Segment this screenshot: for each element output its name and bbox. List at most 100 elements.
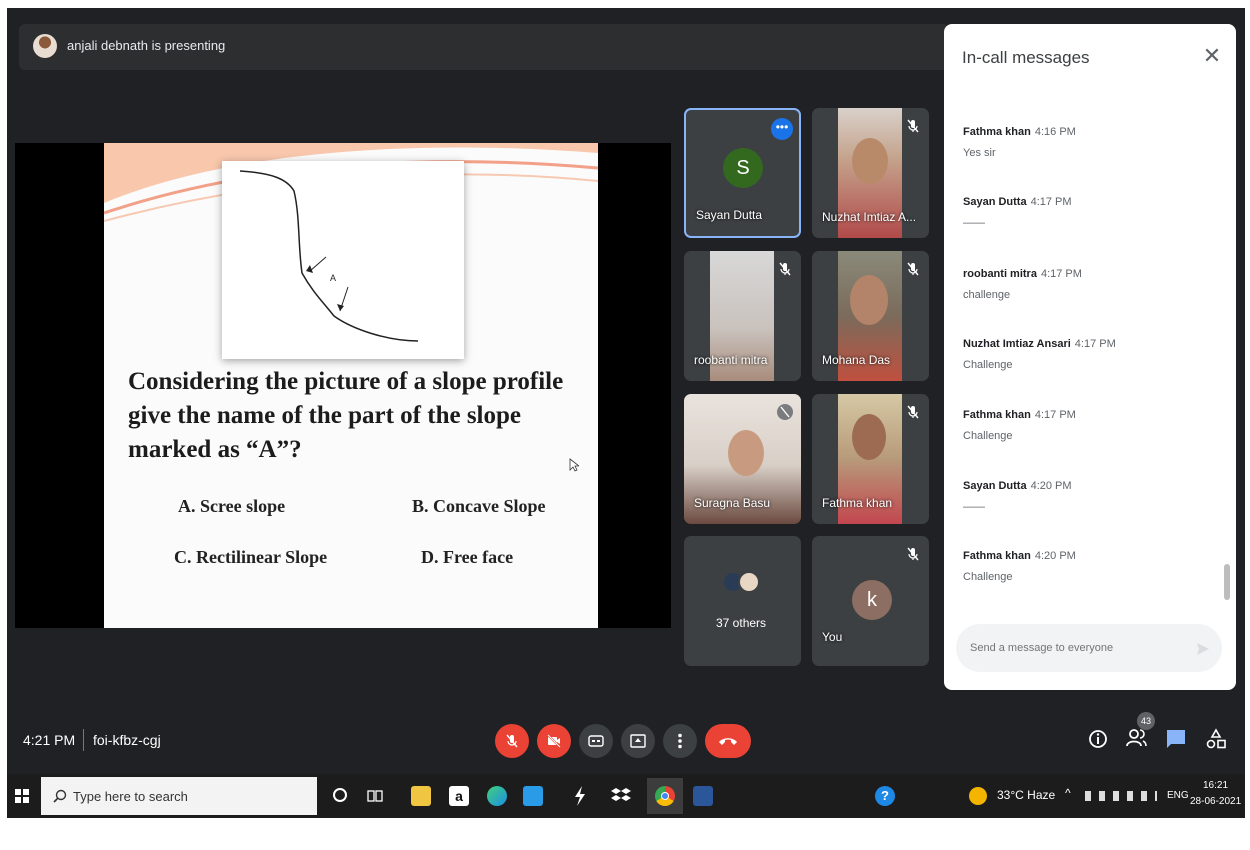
language-indicator[interactable]: ENG: [1167, 790, 1189, 801]
task-view-icon[interactable]: [367, 788, 383, 804]
message-text: Yes sir: [963, 147, 996, 159]
option-b: B. Concave Slope: [412, 496, 546, 516]
message-sender: Sayan Dutta: [963, 480, 1027, 492]
slope-profile-drawing: A: [239, 170, 419, 342]
presenter-avatar: [33, 34, 57, 58]
chat-message: Sayan Dutta 4:20 PM ——: [963, 476, 1213, 513]
search-placeholder: Type here to search: [73, 789, 188, 804]
camera-toggle-button[interactable]: [537, 724, 571, 758]
participant-tile-roobanti[interactable]: roobanti mitra: [684, 251, 801, 381]
face-shape: [850, 275, 888, 325]
captions-button[interactable]: [579, 724, 613, 758]
participant-name: roobanti mitra: [694, 353, 768, 367]
present-now-button[interactable]: [621, 724, 655, 758]
message-text: Challenge: [963, 571, 1013, 583]
chat-scrollbar[interactable]: [1224, 564, 1230, 600]
mic-off-icon: [777, 404, 793, 420]
info-icon: [1089, 730, 1107, 748]
windows-start-icon[interactable]: [15, 789, 29, 803]
presenting-label: anjali debnath is presenting: [67, 38, 226, 53]
participant-tile-mohana[interactable]: Mohana Das: [812, 251, 929, 381]
chat-message: Sayan Dutta 4:17 PM ——: [963, 192, 1213, 229]
taskbar-search-box[interactable]: Type here to search: [41, 777, 317, 815]
face-shape: [728, 430, 764, 476]
others-avatar-2: [738, 571, 760, 593]
activities-icon: [1206, 728, 1226, 749]
message-time: 4:17 PM: [1034, 409, 1076, 421]
camera-off-icon: [547, 734, 561, 748]
participant-tile-fathma[interactable]: Fathma khan: [812, 394, 929, 524]
send-icon[interactable]: [1196, 642, 1210, 656]
mic-off-icon: [506, 734, 518, 748]
close-icon[interactable]: ✕: [1200, 44, 1224, 68]
leave-call-button[interactable]: [705, 724, 751, 758]
participant-tile-suragna[interactable]: Suragna Basu: [684, 394, 801, 524]
participant-tile-nuzhat[interactable]: Nuzhat Imtiaz A...: [812, 108, 929, 238]
message-time: 4:20 PM: [1030, 480, 1072, 492]
diagram-label-a: A: [330, 273, 336, 283]
message-time: 4:16 PM: [1034, 126, 1076, 138]
mic-off-icon: [779, 262, 791, 276]
slope-diagram: A: [222, 161, 464, 359]
presentation-bar: anjali debnath is presenting: [19, 24, 949, 70]
more-vert-icon: [678, 733, 682, 749]
participant-tile-you[interactable]: k You: [812, 536, 929, 666]
message-sender: Fathma khan: [963, 550, 1031, 562]
others-count: 37 others: [716, 616, 767, 630]
participant-name: Suragna Basu: [694, 496, 771, 510]
mic-off-icon: [907, 405, 919, 419]
slide-question: Considering the picture of a slope profi…: [128, 368, 564, 463]
participant-name: Mohana Das: [822, 353, 891, 367]
activities-button[interactable]: [1205, 728, 1229, 752]
message-time: 4:17 PM: [1074, 338, 1116, 350]
face-shape: [852, 138, 888, 184]
message-text: ——: [963, 501, 985, 513]
message-sender: roobanti mitra: [963, 268, 1037, 280]
people-button[interactable]: 43: [1125, 712, 1155, 752]
chat-icon: [1167, 730, 1185, 748]
participant-name: Fathma khan: [822, 496, 893, 510]
search-icon: [53, 789, 67, 803]
message-sender: Fathma khan: [963, 409, 1031, 421]
mouse-cursor-icon: [569, 458, 579, 472]
store-icon[interactable]: [523, 786, 543, 806]
chat-button[interactable]: [1165, 728, 1189, 752]
more-options-button[interactable]: [663, 724, 697, 758]
edge-icon[interactable]: [487, 786, 507, 806]
lightning-app-icon[interactable]: [573, 786, 587, 806]
option-d: D. Free face: [421, 547, 514, 567]
tray-icons[interactable]: [1085, 791, 1157, 801]
file-explorer-icon[interactable]: [411, 786, 431, 806]
hang-up-icon: [719, 738, 737, 745]
windows-taskbar: Type here to search a ? 33°C Haze ^ ENG …: [7, 774, 1245, 818]
participant-tile-sayan-dutta[interactable]: S ••• Sayan Dutta: [684, 108, 801, 238]
captions-icon: [588, 735, 604, 747]
participant-avatar: S: [723, 148, 763, 188]
meeting-time: 4:21 PM: [23, 732, 76, 748]
mic-off-icon: [907, 119, 919, 133]
cortana-icon[interactable]: [333, 788, 347, 802]
word-icon[interactable]: [693, 786, 713, 806]
meeting-details-button[interactable]: [1087, 728, 1111, 752]
message-time: 4:17 PM: [1030, 196, 1072, 208]
present-icon: [630, 734, 646, 748]
message-text: Challenge: [963, 430, 1013, 442]
chrome-icon[interactable]: [647, 778, 683, 814]
chat-message: Nuzhat Imtiaz Ansari 4:17 PM Challenge: [963, 334, 1213, 371]
amazon-icon[interactable]: a: [449, 786, 469, 806]
message-sender: Sayan Dutta: [963, 196, 1027, 208]
tray-chevron-icon[interactable]: ^: [1065, 786, 1071, 800]
clock-time: 16:21: [1203, 780, 1229, 791]
more-options-icon[interactable]: •••: [771, 118, 793, 140]
chat-title: In-call messages: [962, 48, 1090, 67]
weather-text: 33°C Haze: [997, 788, 1056, 802]
chat-message-input[interactable]: [956, 624, 1222, 672]
meeting-code: foi-kfbz-cgj: [93, 732, 161, 748]
dropbox-icon[interactable]: [611, 787, 631, 805]
option-c: C. Rectilinear Slope: [174, 547, 328, 567]
mic-toggle-button[interactable]: [495, 724, 529, 758]
help-icon[interactable]: ?: [875, 786, 895, 806]
participant-name: Sayan Dutta: [696, 208, 763, 222]
participant-tile-others[interactable]: 37 others: [684, 536, 801, 666]
message-sender: Fathma khan: [963, 126, 1031, 138]
